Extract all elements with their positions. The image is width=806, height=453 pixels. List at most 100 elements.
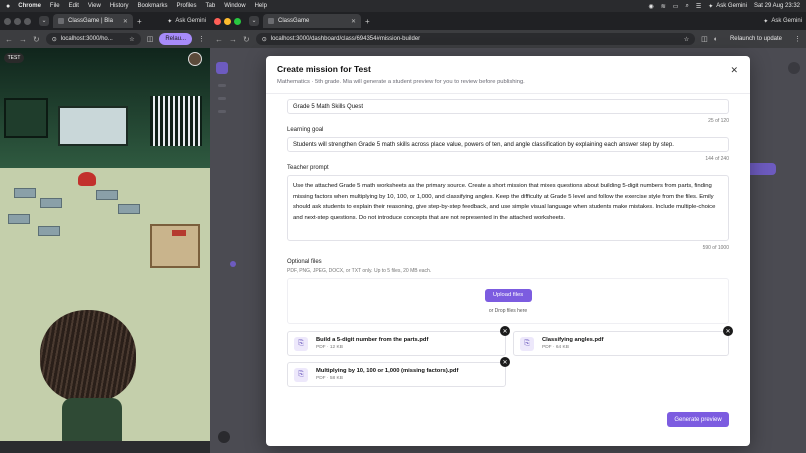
back-icon[interactable]: ← <box>5 35 13 44</box>
extensions-icon[interactable]: ◫ <box>147 35 154 43</box>
close-window-icon[interactable] <box>214 17 221 25</box>
remove-file-icon[interactable]: ✕ <box>500 326 510 336</box>
tab-search-icon[interactable]: ⌄ <box>39 16 49 26</box>
close-tab-icon[interactable]: ✕ <box>123 18 128 25</box>
minimize-window-icon[interactable] <box>14 17 21 25</box>
close-window-icon[interactable] <box>4 17 11 25</box>
relaunch-button[interactable]: Relaunch to update <box>724 33 788 45</box>
files-help-text: PDF, PNG, JPEG, DOCX, or TXT only. Up to… <box>287 268 432 274</box>
site-info-icon[interactable]: ⊙ <box>52 36 57 43</box>
student-desk <box>96 190 118 200</box>
right-tab-bar: ⌄ ClassGame ✕ + ✦ Ask Gemini <box>210 12 806 30</box>
learning-goal-value: Students will strengthen Grade 5 math sk… <box>293 141 674 148</box>
player-avatar-icon[interactable] <box>188 52 202 66</box>
remove-file-icon[interactable]: ✕ <box>500 357 510 367</box>
mission-title-value: Grade 5 Math Skills Quest <box>293 103 364 110</box>
chalkboard <box>4 98 48 138</box>
remove-file-icon[interactable]: ✕ <box>723 326 733 336</box>
user-avatar[interactable] <box>788 62 800 74</box>
drop-files-text: or Drop files here <box>488 307 528 314</box>
menu-bookmarks[interactable]: Bookmarks <box>138 3 168 9</box>
close-tab-icon[interactable]: ✕ <box>351 18 356 25</box>
battery-icon[interactable]: ▭ <box>673 3 679 10</box>
bookmark-star-icon[interactable]: ☆ <box>129 36 134 43</box>
red-book <box>172 230 186 236</box>
sidebar-item[interactable] <box>218 84 226 87</box>
back-icon[interactable]: ← <box>215 35 223 44</box>
extensions-icon[interactable]: ◫ <box>701 35 708 43</box>
bookmark-star-icon[interactable]: ☆ <box>684 36 689 43</box>
reload-icon[interactable]: ↻ <box>243 35 250 44</box>
zoom-window-icon[interactable] <box>24 17 31 25</box>
generate-preview-button[interactable]: Generate preview <box>667 412 729 427</box>
title-char-counter: 25 of 120 <box>708 118 729 124</box>
menu-kebab-icon[interactable]: ⋮ <box>794 35 801 43</box>
favicon-icon <box>268 18 274 24</box>
tab-search-icon[interactable]: ⌄ <box>249 16 259 26</box>
file-info: Classifying angles.pdf PDF · 64 KB <box>542 337 604 350</box>
sparkle-icon: ✦ <box>708 3 714 10</box>
menu-view[interactable]: View <box>88 3 101 9</box>
sidebar-item[interactable] <box>218 97 226 100</box>
menu-bar: ● Chrome File Edit View History Bookmark… <box>0 0 806 12</box>
ask-gemini-tab-button[interactable]: ✦ Ask Gemini <box>763 18 802 25</box>
modal-header: Create mission for Test Mathematics · 5t… <box>266 56 750 94</box>
profile-icon[interactable]: ◐ <box>714 36 718 43</box>
file-info: Build a 5-digit number from the parts.pd… <box>316 337 428 350</box>
student-desk <box>38 226 60 236</box>
site-info-icon[interactable]: ⊙ <box>262 36 267 43</box>
control-center-icon[interactable]: ☰ <box>696 3 701 10</box>
clock: Sat 29 Aug 23:32 <box>753 3 800 9</box>
address-bar[interactable]: ⊙ localhost:3000/ho... ☆ <box>45 33 141 45</box>
menu-tab[interactable]: Tab <box>206 3 216 9</box>
reload-icon[interactable]: ↻ <box>33 35 40 44</box>
tab-classgame[interactable]: ClassGame ✕ <box>263 14 361 28</box>
teacher-prompt-textarea[interactable]: Use the attached Grade 5 math worksheets… <box>287 175 729 241</box>
upload-files-button[interactable]: Upload files <box>484 288 532 302</box>
record-icon[interactable]: ◉ <box>649 3 654 10</box>
menu-kebab-icon[interactable]: ⋮ <box>198 35 205 43</box>
search-icon[interactable]: ⌕ <box>685 3 688 10</box>
game-viewport[interactable]: TEST <box>0 48 210 441</box>
sidebar-item[interactable] <box>218 110 226 113</box>
file-drop-zone[interactable]: Upload files or Drop files here <box>287 278 729 324</box>
ask-gemini-label: Ask Gemini <box>716 3 747 9</box>
sparkle-icon: ✦ <box>167 18 173 25</box>
ask-gemini-tab-button[interactable]: ✦ Ask Gemini <box>167 18 206 25</box>
player-avatar-body <box>62 398 122 441</box>
file-icon: ⎘ <box>294 336 308 351</box>
mission-title-input[interactable]: Grade 5 Math Skills Quest <box>287 99 729 114</box>
file-name: Multiplying by 10, 100 or 1,000 (missing… <box>316 368 459 374</box>
forward-icon[interactable]: → <box>19 35 27 44</box>
prompt-char-counter: 590 of 1000 <box>702 245 729 251</box>
window-blinds <box>150 96 202 146</box>
wifi-icon[interactable]: ≋ <box>661 3 666 10</box>
help-button[interactable] <box>218 431 230 443</box>
sparkle-icon: ✦ <box>763 18 769 25</box>
menu-file[interactable]: File <box>50 3 60 9</box>
minimize-window-icon[interactable] <box>224 17 231 25</box>
ask-gemini-button[interactable]: ✦ Ask Gemini <box>708 3 747 10</box>
menu-app[interactable]: Chrome <box>18 3 41 9</box>
forward-icon[interactable]: → <box>229 35 237 44</box>
menu-window[interactable]: Window <box>224 3 245 9</box>
menu-profiles[interactable]: Profiles <box>177 3 197 9</box>
menu-help[interactable]: Help <box>255 3 267 9</box>
file-meta: PDF · 58 KB <box>316 376 343 381</box>
learning-goal-input[interactable]: Students will strengthen Grade 5 math sk… <box>287 137 729 152</box>
file-meta: PDF · 64 KB <box>542 345 569 350</box>
address-bar[interactable]: ⊙ localhost:3000/dashboard/class/694354#… <box>255 33 696 45</box>
url-text: localhost:3000/ho... <box>60 36 113 42</box>
zoom-window-icon[interactable] <box>234 17 241 25</box>
background-indicator <box>230 261 236 267</box>
new-tab-icon[interactable]: + <box>137 17 142 26</box>
menu-history[interactable]: History <box>110 3 129 9</box>
student-desk <box>8 214 30 224</box>
relaunch-button[interactable]: Relau... <box>159 33 192 45</box>
menu-edit[interactable]: Edit <box>69 3 79 9</box>
red-hat-object[interactable] <box>78 172 96 186</box>
new-tab-icon[interactable]: + <box>365 17 370 26</box>
apple-icon[interactable]: ● <box>6 3 10 10</box>
close-icon[interactable]: ✕ <box>730 65 738 76</box>
tab-classgame[interactable]: ClassGame | Bla ✕ <box>53 14 133 28</box>
